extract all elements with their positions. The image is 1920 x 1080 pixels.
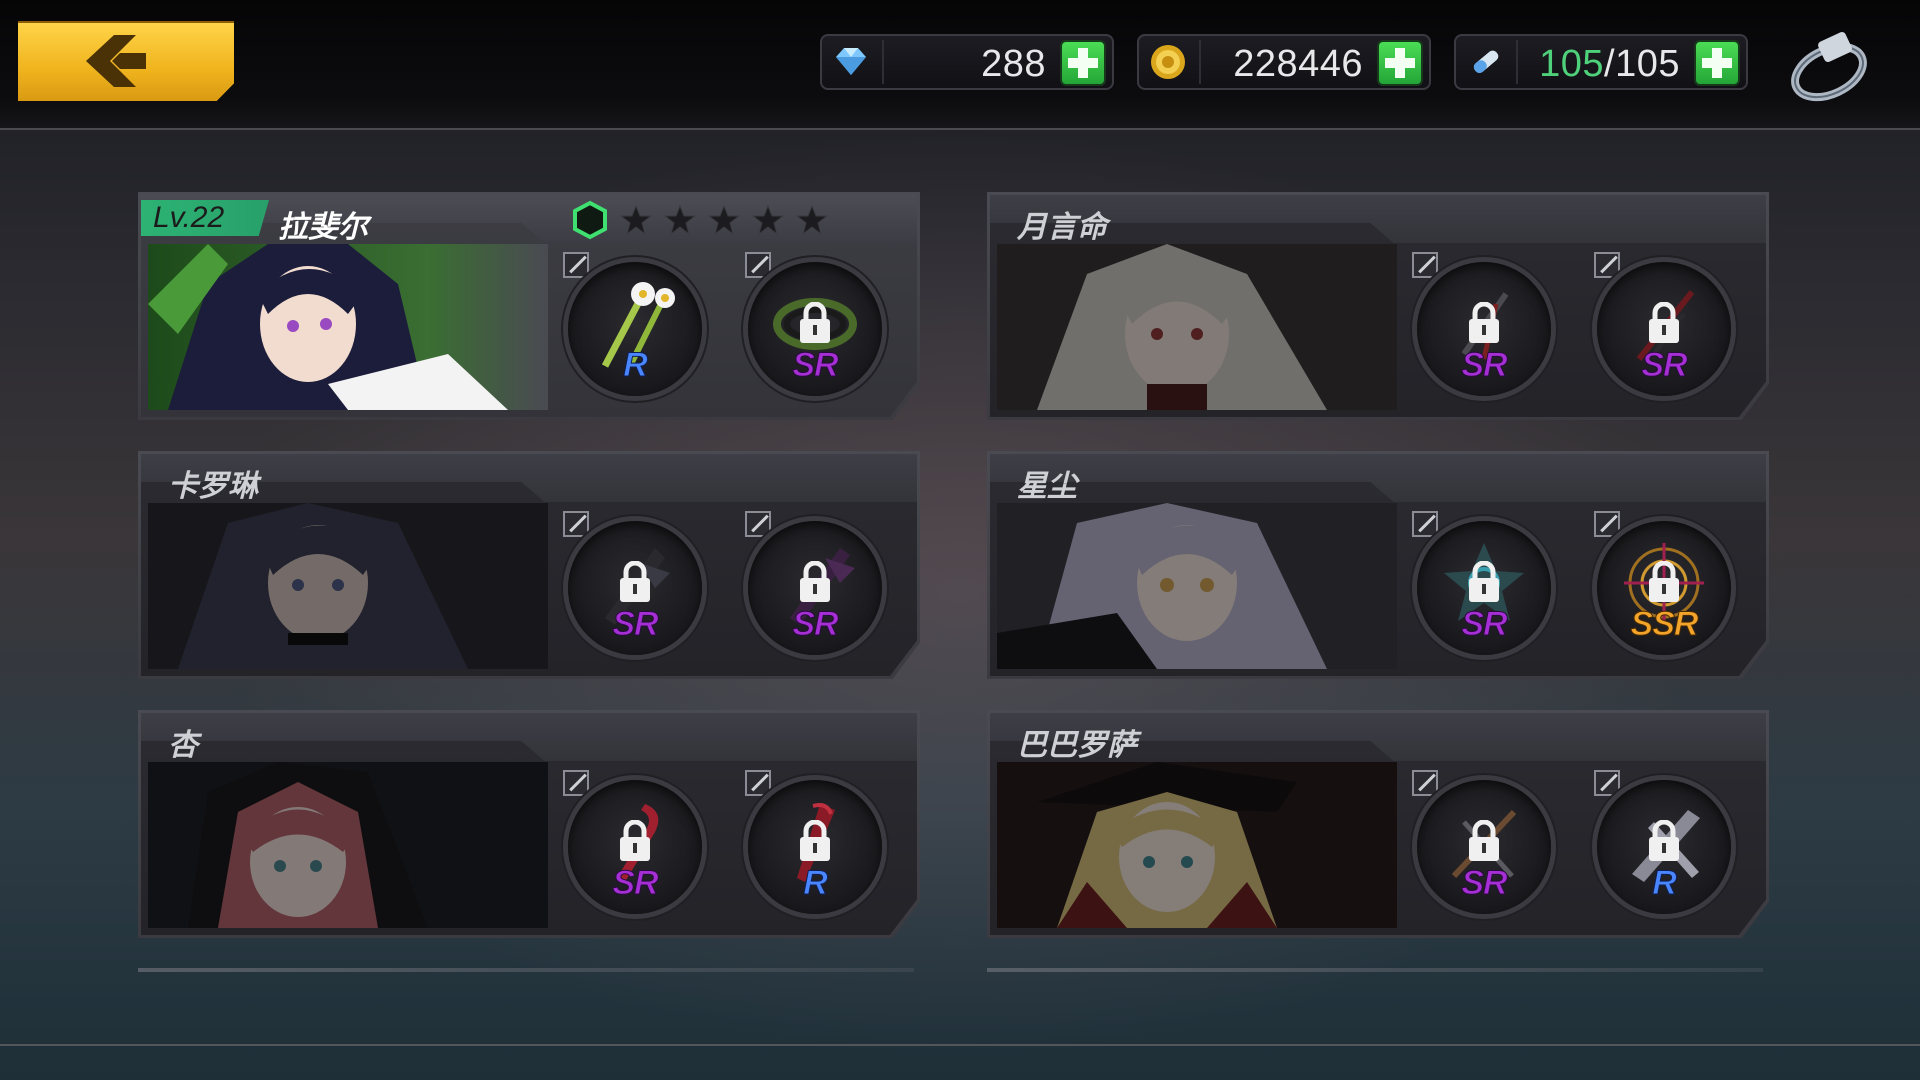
rarity-label: SR — [1461, 605, 1508, 644]
lock-icon — [800, 561, 830, 602]
add-stamina-button[interactable] — [1694, 40, 1740, 86]
hexagon-icon — [573, 200, 607, 240]
top-bar: 288 228446 105/105 — [0, 0, 1920, 130]
weapon-slot-2[interactable]: R — [748, 780, 882, 914]
character-name: 拉斐尔 — [278, 211, 368, 244]
diamond-icon — [836, 48, 866, 75]
weapon-slot-2[interactable]: R — [1597, 780, 1731, 914]
add-diamonds-button[interactable] — [1060, 40, 1106, 86]
diamond-amount: 288 — [981, 43, 1046, 85]
star-icon — [620, 204, 652, 236]
character-portrait — [997, 762, 1397, 928]
weapon-slot-1[interactable]: R — [568, 262, 702, 396]
rarity-label: SSR — [1630, 605, 1699, 644]
weapon-slot-2[interactable]: SR — [1597, 262, 1731, 396]
weapon-slot-1[interactable]: SR — [568, 780, 702, 914]
lock-icon — [1469, 820, 1499, 861]
lock-icon — [800, 820, 830, 861]
rarity-label: R — [623, 346, 649, 385]
rarity-label: SR — [792, 346, 839, 385]
bottom-divider — [0, 1044, 1920, 1046]
ring-button[interactable] — [1786, 26, 1872, 106]
level-badge: Lv.22 — [141, 200, 269, 236]
weapon-slot-2[interactable]: SSR — [1597, 521, 1731, 655]
weapon-slot-1[interactable]: SR — [1417, 780, 1551, 914]
character-portrait — [997, 503, 1397, 669]
rarity-label: R — [803, 864, 829, 903]
character-portrait — [148, 244, 548, 410]
lock-icon — [1649, 302, 1679, 343]
weapon-slot-2[interactable]: SR — [748, 262, 882, 396]
weapon-slot-1[interactable]: SR — [568, 521, 702, 655]
lock-icon — [620, 820, 650, 861]
lock-icon — [800, 302, 830, 343]
rarity-label: R — [1652, 864, 1678, 903]
lock-icon — [620, 561, 650, 602]
rarity-label: SR — [1641, 346, 1688, 385]
character-card-xing[interactable]: 杏 SR R — [138, 710, 920, 938]
stamina-amount: 105/105 — [1539, 43, 1680, 85]
character-name: 星尘 — [1017, 470, 1077, 503]
character-card-xingchen[interactable]: 星尘 SR SSR — [987, 451, 1769, 679]
rarity-label: SR — [612, 605, 659, 644]
coin-icon — [1151, 45, 1185, 79]
character-name: 杏 — [168, 729, 198, 762]
stamina-counter: 105/105 — [1454, 34, 1748, 90]
back-button[interactable] — [18, 21, 234, 101]
weapon-slot-1[interactable]: SR — [1417, 262, 1551, 396]
character-name: 巴巴罗萨 — [1017, 729, 1137, 762]
character-card-barbarossa[interactable]: 巴巴罗萨 SR R — [987, 710, 1769, 938]
rarity-label: SR — [1461, 346, 1508, 385]
back-arrow-icon — [86, 35, 146, 87]
character-portrait — [148, 762, 548, 928]
character-portrait — [997, 244, 1397, 410]
weapon-slot-1[interactable]: SR — [1417, 521, 1551, 655]
rarity-label: SR — [792, 605, 839, 644]
star-icon — [708, 204, 740, 236]
rarity-label: SR — [612, 864, 659, 903]
lock-icon — [1469, 302, 1499, 343]
character-card-caroline[interactable]: 卡罗琳 SR SR — [138, 451, 920, 679]
next-card-edge — [138, 968, 914, 972]
character-name: 卡罗琳 — [168, 470, 258, 503]
character-card-rafael[interactable]: Lv.22 拉斐尔 R SR — [138, 192, 920, 420]
character-portrait — [148, 503, 548, 669]
lock-icon — [1649, 561, 1679, 602]
ring-icon — [1791, 32, 1867, 102]
star-icon — [796, 204, 828, 236]
stamina-icon — [1473, 50, 1499, 73]
next-card-edge — [987, 968, 1763, 972]
coin-counter: 228446 — [1137, 34, 1431, 90]
rarity-label: SR — [1461, 864, 1508, 903]
lock-icon — [1649, 820, 1679, 861]
character-card-yueyanming[interactable]: 月言命 SR SR — [987, 192, 1769, 420]
star-icon — [664, 204, 696, 236]
lock-icon — [1469, 561, 1499, 602]
diamond-counter: 288 — [820, 34, 1114, 90]
coin-amount: 228446 — [1233, 43, 1363, 85]
star-icon — [752, 204, 784, 236]
weapon-slot-2[interactable]: SR — [748, 521, 882, 655]
add-coins-button[interactable] — [1377, 40, 1423, 86]
character-name: 月言命 — [1017, 211, 1107, 244]
